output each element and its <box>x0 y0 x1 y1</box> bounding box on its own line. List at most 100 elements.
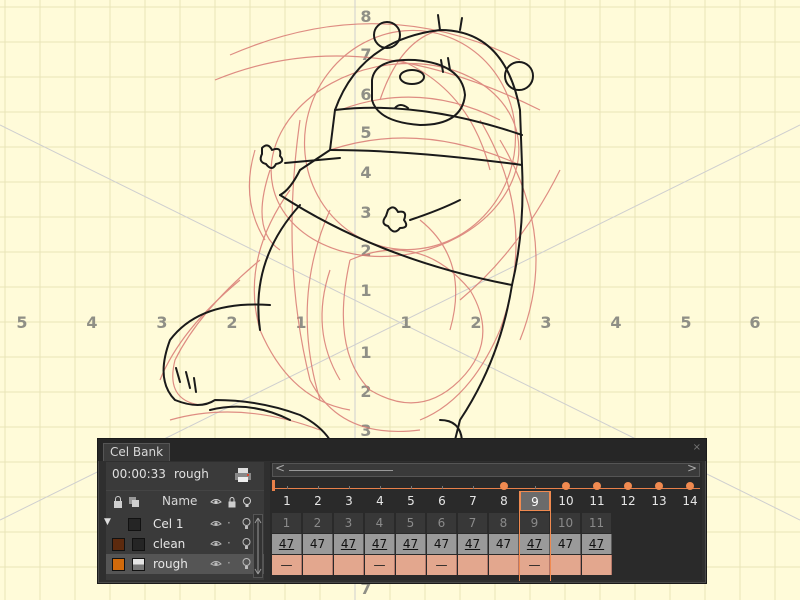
rough-cell[interactable] <box>334 555 364 575</box>
eye-icon[interactable] <box>210 496 222 508</box>
grid-label-horizontal: 3 <box>156 313 167 332</box>
rough-cell[interactable] <box>303 555 333 575</box>
cel1-cell[interactable]: 4 <box>365 513 395 533</box>
layer-row-clean[interactable]: clean · <box>106 534 264 554</box>
frames-cell[interactable]: 3 <box>334 491 364 511</box>
range-start-marker[interactable] <box>272 480 275 491</box>
frames-cell[interactable]: 13 <box>644 491 674 511</box>
timecode-display: 00:00:33 <box>112 467 166 481</box>
rough-cell[interactable]: — <box>272 555 302 575</box>
tab-cel-bank[interactable]: Cel Bank <box>103 443 171 461</box>
keyframe-marker[interactable] <box>593 482 601 490</box>
layer-color-swatch[interactable] <box>112 538 125 551</box>
printer-icon[interactable] <box>233 467 253 483</box>
frames-cell[interactable]: 5 <box>396 491 426 511</box>
rough-cell[interactable] <box>458 555 488 575</box>
lightbulb-icon[interactable] <box>241 517 252 530</box>
clean-cell[interactable]: 47 <box>489 534 519 554</box>
cel1-cell[interactable]: 3 <box>334 513 364 533</box>
keyframe-marker[interactable] <box>655 482 663 490</box>
cel1-cell[interactable]: 11 <box>582 513 612 533</box>
close-icon[interactable]: × <box>693 442 701 453</box>
grid-label-horizontal: 5 <box>16 313 27 332</box>
clean-cell[interactable]: 47 <box>551 534 581 554</box>
layer-name[interactable]: clean <box>153 537 185 551</box>
visibility-eye-icon[interactable] <box>210 538 222 550</box>
layer-row-rough[interactable]: rough · <box>106 554 264 574</box>
frames-cell[interactable]: 9 <box>520 491 550 511</box>
frames-cell[interactable]: 12 <box>613 491 643 511</box>
expand-triangle-icon[interactable]: ▼ <box>104 517 111 527</box>
cel1-cell[interactable]: 9 <box>520 513 550 533</box>
rough-cell[interactable] <box>582 555 612 575</box>
lock-all-icon[interactable] <box>112 496 124 508</box>
keyframe-marker[interactable] <box>624 482 632 490</box>
keyframe-marker-bar[interactable] <box>272 480 700 491</box>
timeline-horizontal-scrollbar[interactable]: < > <box>272 461 700 477</box>
frames-cell[interactable]: 1 <box>272 491 302 511</box>
scroll-thumb[interactable] <box>289 470 393 471</box>
scroll-left-icon[interactable]: < <box>275 461 285 475</box>
rough-cell[interactable] <box>551 555 581 575</box>
frames-cell[interactable]: 4 <box>365 491 395 511</box>
layer-color-swatch[interactable] <box>128 518 141 531</box>
cel1-cell[interactable]: 10 <box>551 513 581 533</box>
frames-cell[interactable]: 7 <box>458 491 488 511</box>
layer-color-swatch[interactable] <box>112 558 125 571</box>
grid-label-vertical: 3 <box>360 203 371 222</box>
visibility-eye-icon[interactable] <box>210 558 222 570</box>
cel1-cell[interactable]: 5 <box>396 513 426 533</box>
frames-cell[interactable]: 6 <box>427 491 457 511</box>
layer-list: 00:00:33 rough Name ▼ Cel 1 · clean · ro… <box>104 462 264 580</box>
rough-cell[interactable]: — <box>427 555 457 575</box>
panel-tab-bar: Cel Bank × <box>98 439 706 461</box>
lightbulb-icon[interactable] <box>241 496 253 508</box>
layer-vertical-scrollbar[interactable] <box>253 514 263 578</box>
frames-cell[interactable]: 11 <box>582 491 612 511</box>
grid-label-horizontal: 2 <box>470 313 481 332</box>
clean-cell[interactable]: 47 <box>520 534 550 554</box>
keyframe-marker[interactable] <box>686 482 694 490</box>
grid-label-horizontal: 4 <box>610 313 621 332</box>
frames-cell[interactable]: 10 <box>551 491 581 511</box>
clean-cell[interactable]: 47 <box>272 534 302 554</box>
layer-name[interactable]: Cel 1 <box>153 517 184 531</box>
layer-row-cel-1[interactable]: ▼ Cel 1 · <box>104 514 264 534</box>
keyframe-marker[interactable] <box>562 482 570 490</box>
clean-cell[interactable]: 47 <box>458 534 488 554</box>
clean-cell[interactable]: 47 <box>365 534 395 554</box>
cel1-cell[interactable]: 6 <box>427 513 457 533</box>
rough-cell[interactable] <box>489 555 519 575</box>
rough-cell[interactable]: — <box>365 555 395 575</box>
lock-toggle[interactable]: · <box>227 516 231 530</box>
clean-cell[interactable]: 47 <box>582 534 612 554</box>
grid-label-horizontal: 2 <box>226 313 237 332</box>
frames-cell[interactable]: 14 <box>675 491 705 511</box>
clean-cell[interactable]: 47 <box>334 534 364 554</box>
lock-icon[interactable] <box>226 496 238 508</box>
cel1-cell[interactable]: 1 <box>272 513 302 533</box>
lightbulb-icon[interactable] <box>241 557 252 570</box>
layers-stack-icon[interactable] <box>128 496 140 508</box>
lock-toggle[interactable]: · <box>227 536 231 550</box>
clean-cell[interactable]: 47 <box>396 534 426 554</box>
cel1-cell[interactable]: 8 <box>489 513 519 533</box>
lock-toggle[interactable]: · <box>227 556 231 570</box>
clean-cell[interactable]: 47 <box>303 534 333 554</box>
cel1-cell[interactable]: 7 <box>458 513 488 533</box>
timeline-area: < > 1 2 3 4 5 6 7 8 9 10 11 12 13 14 1 2 3 4 5 6 7 8 9 10 11 47… <box>270 461 705 581</box>
rough-cell[interactable]: — <box>520 555 550 575</box>
grid-label-horizontal: 5 <box>680 313 691 332</box>
clean-cell[interactable]: 47 <box>427 534 457 554</box>
rough-cell[interactable] <box>396 555 426 575</box>
keyframe-marker[interactable] <box>500 482 508 490</box>
frame-tick <box>411 486 412 489</box>
visibility-eye-icon[interactable] <box>210 518 222 530</box>
scroll-right-icon[interactable]: > <box>687 461 697 475</box>
frames-cell[interactable]: 8 <box>489 491 519 511</box>
layer-name[interactable]: rough <box>153 557 188 571</box>
grid-label-vertical: 2 <box>360 241 371 260</box>
frames-cell[interactable]: 2 <box>303 491 333 511</box>
cel1-cell[interactable]: 2 <box>303 513 333 533</box>
lightbulb-icon[interactable] <box>241 537 252 550</box>
